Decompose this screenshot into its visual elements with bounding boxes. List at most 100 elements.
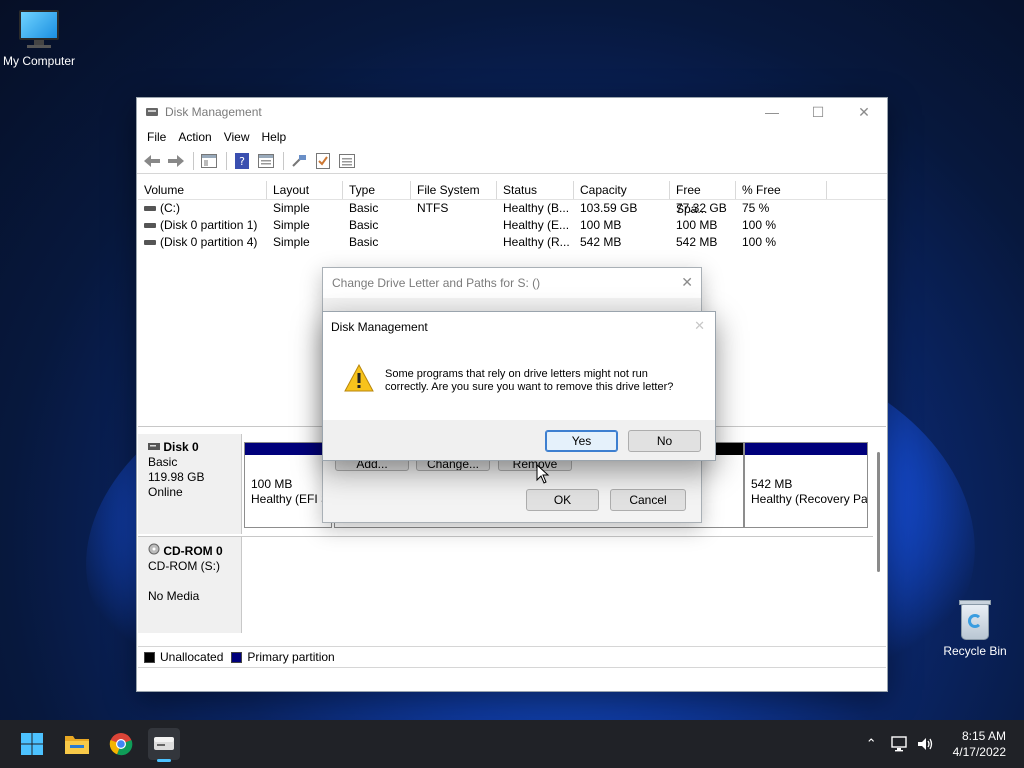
cell-free-space: 77.32 GB [676, 201, 727, 215]
partition-size: 542 MB [751, 477, 793, 491]
clock-time: 8:15 AM [961, 729, 1006, 743]
menu-action[interactable]: Action [172, 130, 217, 144]
drive-icon [144, 240, 156, 246]
volume-icon[interactable] [917, 736, 935, 752]
column-header-percent-free[interactable]: % Free [736, 181, 827, 199]
taskbar-chrome[interactable] [105, 728, 137, 760]
column-header-status[interactable]: Status [497, 181, 574, 199]
cell-status: Healthy (R... [503, 235, 570, 249]
dialog-title: Change Drive Letter and Paths for S: () [323, 268, 701, 298]
table-row[interactable]: (C:) Simple Basic NTFS Healthy (B... 103… [138, 200, 886, 217]
taskbar-file-explorer[interactable] [61, 728, 93, 760]
column-header-file-system[interactable]: File System [411, 181, 497, 199]
ok-button[interactable]: OK [526, 489, 599, 511]
window-title: Disk Management [165, 105, 262, 119]
partition-size: 100 MB [251, 477, 293, 491]
disk-view-scrollbar[interactable] [875, 446, 883, 636]
close-button[interactable]: ✕ [841, 98, 887, 126]
taskbar: ⌃ 8:15 AM 4/17/2022 [0, 720, 1024, 768]
column-header-type[interactable]: Type [343, 181, 411, 199]
taskbar-disk-management[interactable] [148, 728, 180, 762]
legend-primary-partition: Primary partition [247, 650, 335, 664]
yes-button[interactable]: Yes [545, 430, 618, 452]
chevron-up-icon[interactable]: ⌃ [866, 736, 877, 752]
menu-bar: File Action View Help [137, 126, 887, 148]
monitor-icon [17, 10, 61, 50]
clock-date: 4/17/2022 [952, 745, 1006, 759]
dialog-close-button[interactable]: ✕ [681, 274, 693, 291]
column-header-layout[interactable]: Layout [267, 181, 343, 199]
confirm-remove-dialog: Disk Management ✕ Some programs that rel… [322, 311, 716, 461]
start-icon [21, 733, 43, 755]
column-header-free-space[interactable]: Free Spa... [670, 181, 736, 216]
partition-bar [745, 443, 867, 455]
disk-0-label[interactable]: Disk 0 Basic 119.98 GB Online [138, 434, 242, 534]
dialog-close-button[interactable]: ✕ [694, 318, 705, 334]
warning-icon [344, 364, 374, 392]
table-row[interactable]: (Disk 0 partition 1) Simple Basic Health… [138, 217, 886, 234]
column-header-capacity[interactable]: Capacity [574, 181, 670, 199]
cell-type: Basic [349, 218, 379, 232]
toolbar-separator [193, 151, 194, 170]
menu-file[interactable]: File [141, 130, 172, 144]
disk-name: Disk 0 [163, 440, 199, 454]
back-arrow-icon[interactable] [141, 151, 163, 171]
disk-type: Basic [148, 455, 178, 469]
file-explorer-icon [65, 736, 89, 754]
partition-status: Healthy (EFI S [251, 492, 330, 506]
forward-arrow-icon[interactable] [165, 151, 187, 171]
menu-help[interactable]: Help [256, 130, 293, 144]
cell-file-system [411, 234, 497, 251]
cell-file-system: NTFS [417, 201, 449, 215]
cell-free-space: 100 MB [676, 218, 718, 232]
cancel-button[interactable]: Cancel [610, 489, 686, 511]
partition-bar [245, 443, 331, 455]
properties-icon[interactable] [255, 151, 277, 171]
cell-status: Healthy (E... [503, 218, 570, 232]
hard-disk-icon [148, 443, 160, 450]
title-bar[interactable]: Disk Management — ☐ ✕ [137, 98, 887, 126]
primary-partition-swatch [231, 651, 243, 663]
menu-view[interactable]: View [218, 130, 256, 144]
disk-management-app-icon [146, 108, 158, 116]
cell-status: Healthy (B... [503, 201, 570, 215]
toolbar-separator [226, 151, 227, 170]
volume-list-header: Volume Layout Type File System Status Ca… [138, 181, 886, 216]
toolbar: ? [137, 148, 887, 174]
connect-icon[interactable] [288, 151, 310, 171]
drive-icon [144, 223, 156, 229]
console-tree-icon[interactable] [198, 151, 220, 171]
system-tray: ⌃ 8:15 AM 4/17/2022 [866, 720, 1024, 768]
drive-icon [144, 206, 156, 212]
clock[interactable]: 8:15 AM 4/17/2022 [953, 728, 1006, 760]
cell-type: Basic [349, 235, 379, 249]
cell-layout: Simple [273, 201, 310, 215]
cell-layout: Simple [273, 235, 310, 249]
cdrom-0-label[interactable]: CD-ROM 0 CD-ROM (S:) No Media [138, 537, 242, 633]
cdrom-media: No Media [148, 589, 200, 603]
desktop-icon-label: Recycle Bin [943, 644, 1007, 658]
desktop-icon-recycle-bin[interactable]: Recycle Bin [930, 598, 1020, 658]
partition-efi[interactable]: 100 MB Healthy (EFI S [244, 442, 332, 528]
cell-capacity: 103.59 GB [580, 201, 638, 215]
cell-volume: (Disk 0 partition 1) [138, 217, 267, 234]
dialog-title: Disk Management [323, 312, 715, 342]
column-header-volume[interactable]: Volume [138, 181, 267, 199]
dialog-body: Some programs that rely on drive letters… [323, 342, 715, 420]
check-icon[interactable] [312, 151, 334, 171]
cell-volume: (C:) [138, 200, 267, 217]
network-icon[interactable] [890, 736, 909, 752]
partition-recovery[interactable]: 542 MB Healthy (Recovery Pa [744, 442, 868, 528]
cdrom-name: CD-ROM 0 [163, 544, 223, 558]
help-icon[interactable]: ? [231, 151, 253, 171]
no-button[interactable]: No [628, 430, 701, 452]
minimize-button[interactable]: — [749, 98, 795, 126]
table-row[interactable]: (Disk 0 partition 4) Simple Basic Health… [138, 234, 886, 251]
desktop-icon-my-computer[interactable]: My Computer [0, 10, 84, 68]
disk-management-icon [154, 737, 174, 750]
start-button[interactable] [16, 728, 48, 760]
list-icon[interactable] [336, 151, 358, 171]
maximize-button[interactable]: ☐ [795, 98, 841, 126]
cell-volume: (Disk 0 partition 4) [138, 234, 267, 251]
chrome-icon [109, 733, 133, 756]
